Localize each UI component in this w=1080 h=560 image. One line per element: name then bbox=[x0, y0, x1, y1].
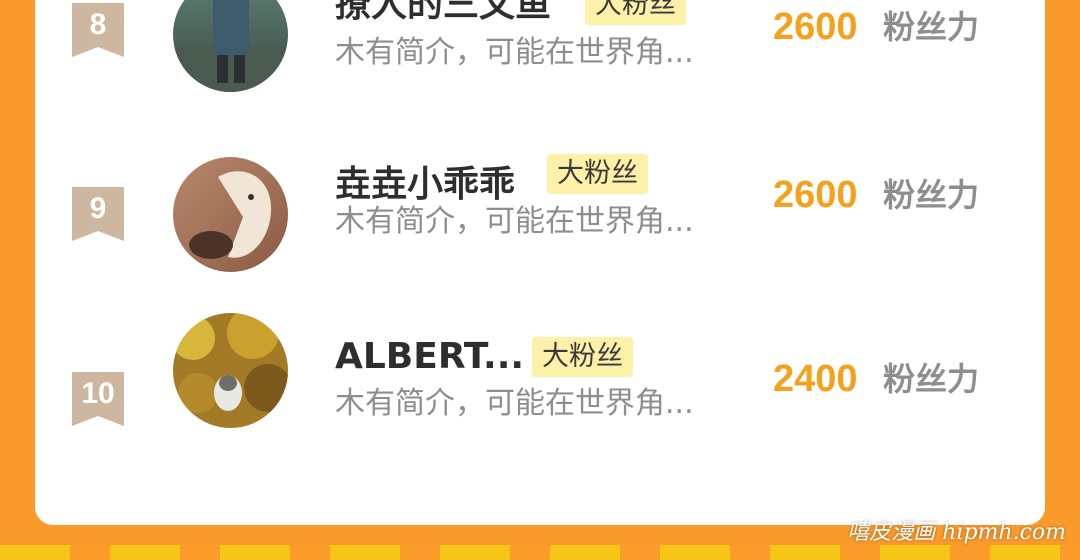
user-name[interactable]: ALBERT... bbox=[335, 335, 524, 379]
user-avatar[interactable] bbox=[173, 0, 288, 92]
fan-score: 2400 bbox=[773, 358, 858, 400]
fan-score: 2600 bbox=[773, 174, 858, 216]
user-description: 木有简介，可能在世界角... bbox=[335, 35, 694, 70]
rank-ribbon-icon: 9 bbox=[72, 187, 124, 241]
fan-score-unit: 粉丝力 bbox=[883, 360, 980, 398]
fan-badge: 大粉丝 bbox=[585, 0, 686, 25]
fan-badge: 大粉丝 bbox=[547, 154, 648, 194]
fan-score-unit: 粉丝力 bbox=[883, 8, 980, 46]
ranking-row-9[interactable]: 9 垚垚小乖乖 大粉丝 木有简介，可能在世界角... 2600 粉丝力 bbox=[35, 154, 1045, 275]
rank-ribbon-icon: 10 bbox=[72, 372, 124, 426]
ranking-card: 8 撩人的三文鱼 大粉丝 木有简介，可能在世界角... 2600 粉丝力 9 垚… bbox=[35, 0, 1045, 525]
site-watermark: 嘻皮漫画 hipmh.com bbox=[847, 520, 1066, 545]
ranking-row-8[interactable]: 8 撩人的三文鱼 大粉丝 木有简介，可能在世界角... 2600 粉丝力 bbox=[35, 0, 1045, 95]
user-name[interactable]: 垚垚小乖乖 bbox=[335, 163, 515, 207]
rank-ribbon-icon: 8 bbox=[72, 3, 124, 57]
user-name[interactable]: 撩人的三文鱼 bbox=[335, 0, 551, 27]
fan-score: 2600 bbox=[773, 6, 858, 48]
ranking-row-10[interactable]: 10 ALBERT... 大粉丝 木有简介，可能在世界角... 2400 粉丝力 bbox=[35, 313, 1045, 460]
user-description: 木有简介，可能在世界角... bbox=[335, 386, 694, 421]
user-avatar[interactable] bbox=[173, 157, 288, 272]
rank-number: 10 bbox=[81, 377, 115, 410]
fan-score-unit: 粉丝力 bbox=[883, 176, 980, 214]
bottom-decor-band bbox=[0, 545, 1080, 560]
user-avatar[interactable] bbox=[173, 313, 288, 428]
user-description: 木有简介，可能在世界角... bbox=[335, 204, 694, 239]
rank-number: 9 bbox=[89, 192, 107, 225]
rank-number: 8 bbox=[89, 8, 107, 41]
fan-badge: 大粉丝 bbox=[532, 337, 633, 377]
